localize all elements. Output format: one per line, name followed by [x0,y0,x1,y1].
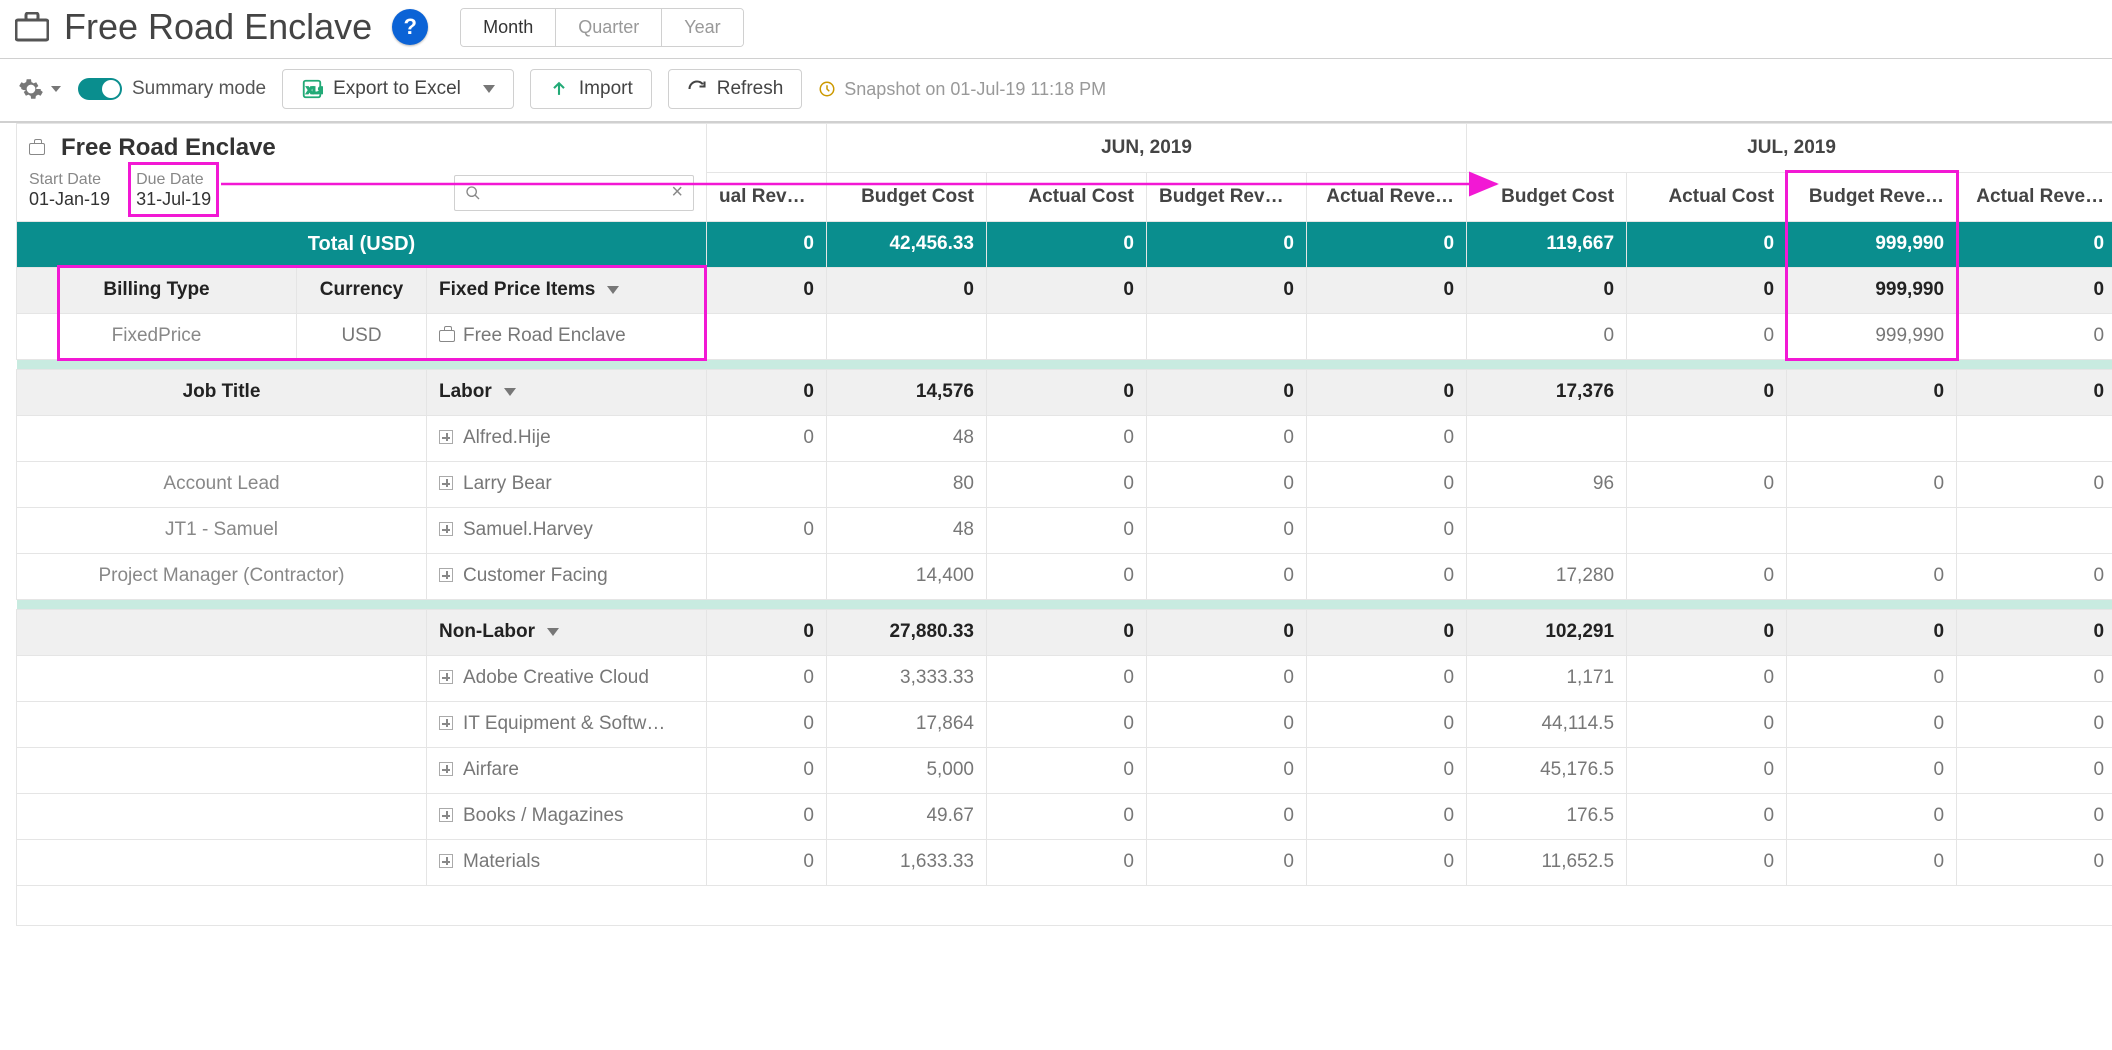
import-button[interactable]: Import [530,69,652,109]
page-title: Free Road Enclave [64,6,372,48]
period-year[interactable]: Year [661,9,742,46]
col-jul-budget-rev[interactable]: Budget Reve… [1787,172,1957,221]
due-date: Due Date 31-Jul-19 [136,170,211,211]
briefcase-icon [29,143,45,155]
briefcase-icon [439,330,455,342]
chevron-down-icon[interactable] [504,388,516,396]
export-label: Export to Excel [333,78,461,100]
start-date: Start Date 01-Jan-19 [29,170,110,211]
nonlabor-header: Non-Labor 0 27,880.330 00 102,2910 00 [17,609,2112,655]
budget-grid: Free Road Enclave Start Date 01-Jan-19 D… [16,123,2112,926]
col-jun-budget-cost[interactable]: Budget Cost [827,172,987,221]
col-jun-actual-rev[interactable]: Actual Reve… [1307,172,1467,221]
expand-icon[interactable] [439,430,453,444]
search-input[interactable]: × [454,175,694,211]
col-prev[interactable]: ual Reve… [707,172,827,221]
labor-row[interactable]: Alfred.Hije048000 [17,415,2112,461]
briefcase-icon [14,9,50,45]
fixed-price-header: Billing Type Currency Fixed Price Items … [17,267,2112,313]
expand-icon[interactable] [439,522,453,536]
chevron-down-icon[interactable] [547,628,559,636]
settings-menu[interactable] [18,76,62,102]
import-label: Import [579,78,633,100]
period-jun[interactable]: JUN, 2019 [827,124,1467,173]
chevron-down-icon[interactable] [607,286,619,294]
project-name: Free Road Enclave [29,134,694,162]
nonlabor-row[interactable]: Materials01,633.3300011,652.5000 [17,839,2112,885]
summary-toggle[interactable]: Summary mode [78,78,266,100]
nonlabor-row[interactable]: Airfare05,00000045,176.5000 [17,747,2112,793]
clear-icon[interactable]: × [671,181,683,204]
expand-icon[interactable] [439,716,453,730]
period-jul[interactable]: JUL, 2019 [1467,124,2112,173]
svg-text:XLS: XLS [307,86,324,96]
period-month[interactable]: Month [461,9,555,46]
nonlabor-row[interactable]: Books / Magazines049.67000176.5000 [17,793,2112,839]
labor-header: Job Title Labor 0 14,5760 00 17,3760 00 [17,369,2112,415]
period-quarter[interactable]: Quarter [555,9,661,46]
chevron-down-icon [483,85,495,93]
col-jun-actual-cost[interactable]: Actual Cost [987,172,1147,221]
export-excel-button[interactable]: XLS Export to Excel [282,69,514,109]
period-toggle: Month Quarter Year [460,8,743,47]
col-jun-budget-rev[interactable]: Budget Reve… [1147,172,1307,221]
col-jul-actual-cost[interactable]: Actual Cost [1627,172,1787,221]
title-bar: Free Road Enclave ? Month Quarter Year [0,0,2112,59]
refresh-button[interactable]: Refresh [668,69,803,109]
labor-row[interactable]: JT1 - SamuelSamuel.Harvey048000 [17,507,2112,553]
expand-icon[interactable] [439,568,453,582]
snapshot-info: Snapshot on 01-Jul-19 11:18 PM [818,79,1106,100]
expand-icon[interactable] [439,670,453,684]
refresh-label: Refresh [717,78,784,100]
col-prev-partial [707,124,827,173]
expand-icon[interactable] [439,854,453,868]
labor-row[interactable]: Account LeadLarry Bear8000096000 [17,461,2112,507]
col-jul-budget-cost[interactable]: Budget Cost [1467,172,1627,221]
summary-label: Summary mode [132,78,266,100]
toolbar: Summary mode XLS Export to Excel Import … [0,59,2112,123]
labor-row[interactable]: Project Manager (Contractor)Customer Fac… [17,553,2112,599]
expand-icon[interactable] [439,476,453,490]
nonlabor-row[interactable]: Adobe Creative Cloud03,333.330001,171000 [17,655,2112,701]
nonlabor-row[interactable]: IT Equipment & Softw…017,86400044,114.50… [17,701,2112,747]
fixed-price-row[interactable]: FixedPrice USD Free Road Enclave 00 999,… [17,313,2112,359]
expand-icon[interactable] [439,762,453,776]
search-icon [465,185,481,201]
col-jul-actual-rev[interactable]: Actual Reve… [1957,172,2112,221]
expand-icon[interactable] [439,808,453,822]
help-button[interactable]: ? [392,9,428,45]
toggle-switch-icon [78,78,122,100]
total-row: Total (USD) 0 42,456.330 00 119,6670 999… [17,221,2112,267]
